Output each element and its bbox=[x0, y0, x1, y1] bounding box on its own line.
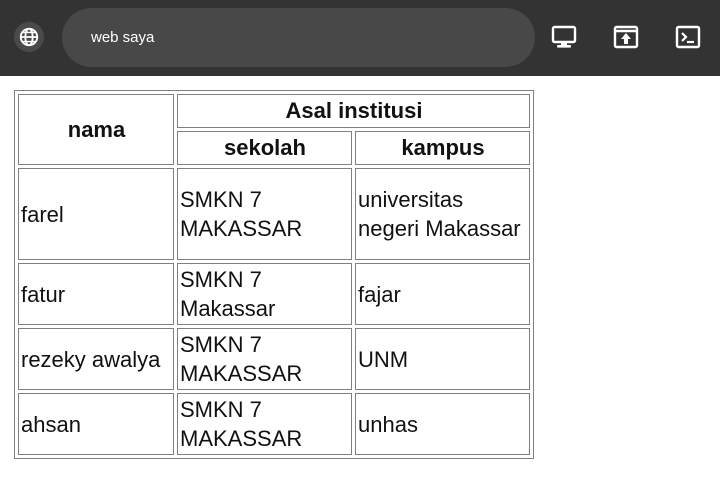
institution-table: nama Asal institusi sekolah kampus farel… bbox=[14, 90, 534, 459]
cell-kampus: unhas bbox=[355, 393, 530, 455]
address-bar[interactable]: web saya bbox=[62, 8, 535, 67]
address-bar-text: web saya bbox=[91, 29, 155, 46]
terminal-button[interactable] bbox=[673, 22, 703, 52]
desktop-icon bbox=[551, 25, 577, 48]
cell-nama: farel bbox=[18, 168, 174, 260]
institution-table-container: nama Asal institusi sekolah kampus farel… bbox=[14, 90, 534, 459]
cell-sekolah: SMKN 7 MAKASSAR bbox=[177, 393, 352, 455]
cell-nama: fatur bbox=[18, 263, 174, 325]
cell-sekolah: SMKN 7 MAKASSAR bbox=[177, 168, 352, 260]
table-row: farel SMKN 7 MAKASSAR universitas negeri… bbox=[18, 168, 530, 260]
open-in-new-icon bbox=[613, 25, 639, 49]
header-asal-institusi: Asal institusi bbox=[177, 94, 530, 128]
header-sekolah: sekolah bbox=[177, 131, 352, 165]
cell-sekolah: SMKN 7 MAKASSAR bbox=[177, 328, 352, 390]
site-info-button[interactable] bbox=[14, 22, 44, 52]
table-row: fatur SMKN 7 Makassar fajar bbox=[18, 263, 530, 325]
cell-kampus: universitas negeri Makassar bbox=[355, 168, 530, 260]
cell-nama: ahsan bbox=[18, 393, 174, 455]
table-row: rezeky awalya SMKN 7 MAKASSAR UNM bbox=[18, 328, 530, 390]
header-kampus: kampus bbox=[355, 131, 530, 165]
cell-sekolah: SMKN 7 Makassar bbox=[177, 263, 352, 325]
terminal-icon bbox=[675, 25, 701, 49]
header-nama: nama bbox=[18, 94, 174, 165]
cell-kampus: fajar bbox=[355, 263, 530, 325]
desktop-site-button[interactable] bbox=[549, 22, 579, 52]
cell-nama: rezeky awalya bbox=[18, 328, 174, 390]
cell-kampus: UNM bbox=[355, 328, 530, 390]
globe-icon bbox=[19, 27, 39, 47]
open-in-new-button[interactable] bbox=[611, 22, 641, 52]
table-row: ahsan SMKN 7 MAKASSAR unhas bbox=[18, 393, 530, 455]
browser-toolbar: web saya bbox=[0, 0, 720, 76]
